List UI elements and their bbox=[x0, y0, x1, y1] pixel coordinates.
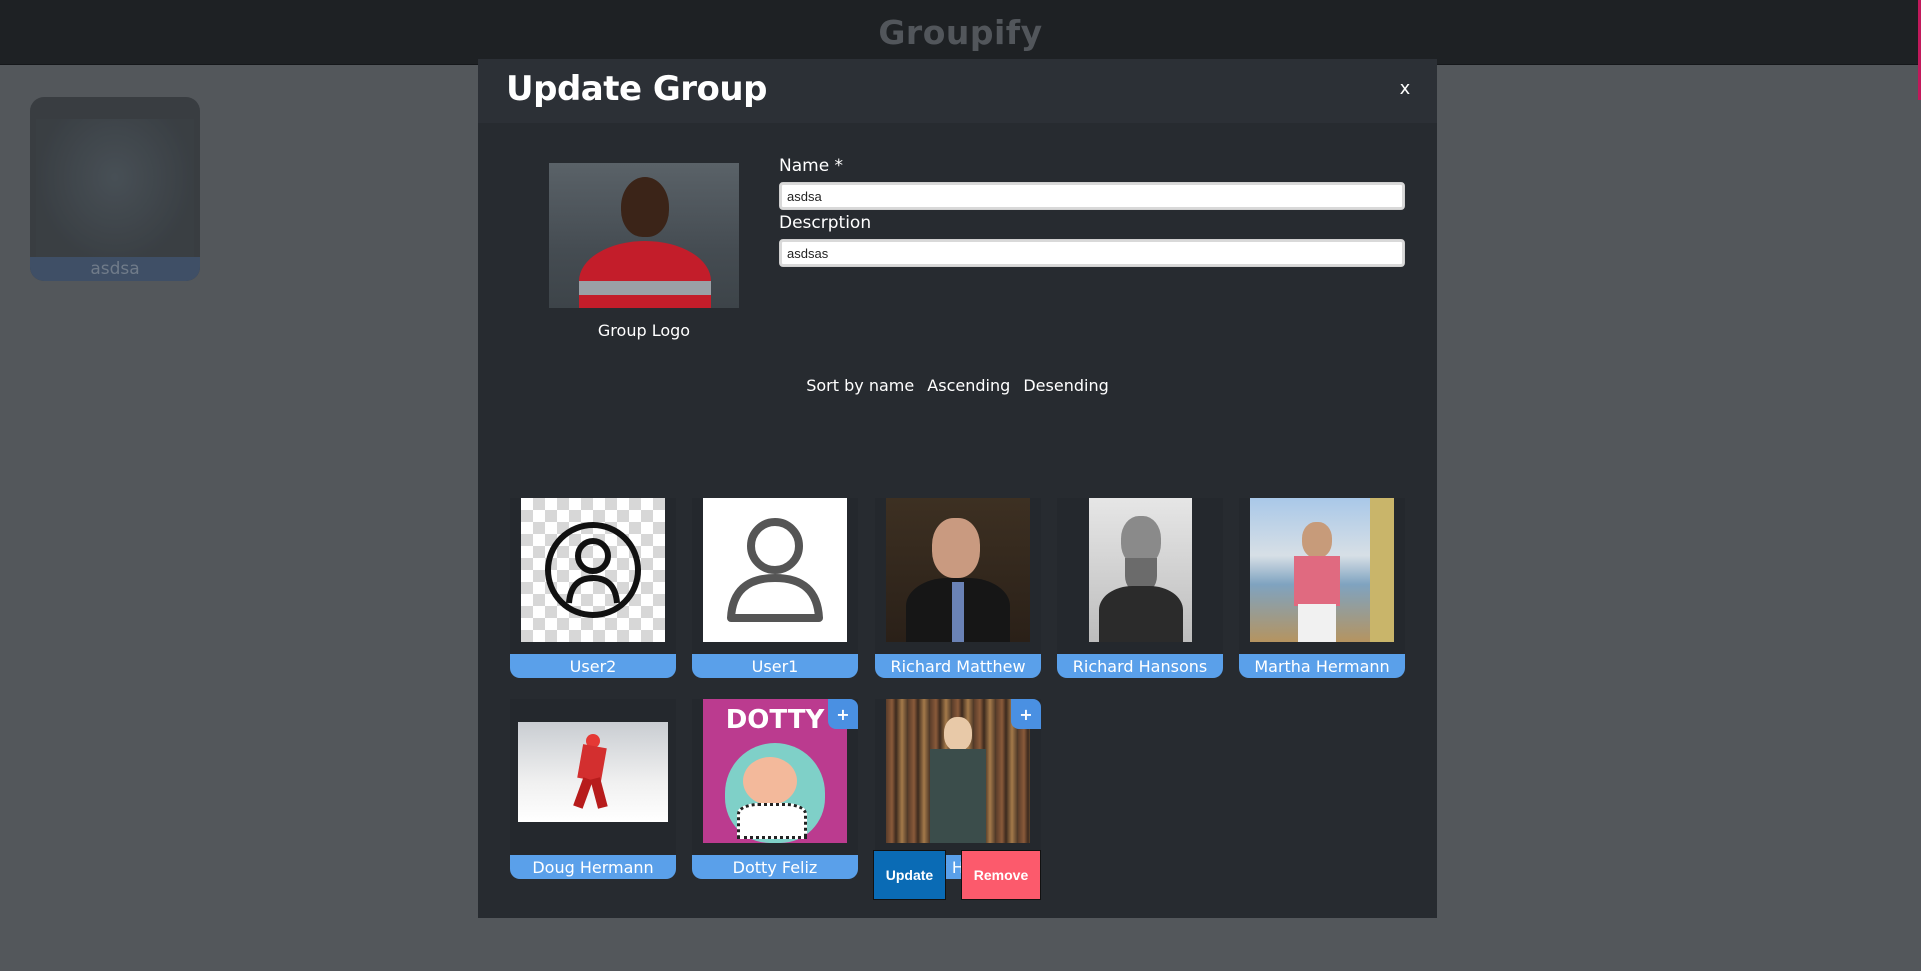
member-avatar bbox=[1089, 498, 1192, 642]
sort-controls: Sort by name Ascending Desending bbox=[478, 376, 1437, 395]
member-card-martha-hermann[interactable]: Martha Hermann bbox=[1239, 498, 1405, 678]
top-navbar: Groupify bbox=[0, 0, 1921, 65]
sort-ascending-button[interactable]: Ascending bbox=[927, 376, 1010, 395]
member-name: Richard Matthew bbox=[875, 654, 1041, 678]
add-member-button[interactable]: + bbox=[1011, 699, 1041, 729]
app-title: Groupify bbox=[878, 12, 1043, 52]
member-card-doug-hermann[interactable]: Doug Hermann bbox=[510, 699, 676, 879]
update-group-modal: Update Group x Group Logo Name * Descrpt… bbox=[478, 59, 1437, 918]
description-label: Descrption bbox=[779, 213, 872, 233]
group-card-name: asdsa bbox=[30, 257, 200, 281]
group-card-image bbox=[36, 119, 194, 265]
member-name: Dotty Feliz bbox=[692, 855, 858, 879]
member-name: User2 bbox=[510, 654, 676, 678]
logo-head bbox=[621, 177, 669, 237]
member-name: Doug Hermann bbox=[510, 855, 676, 879]
group-logo-image[interactable] bbox=[549, 163, 739, 308]
modal-title: Update Group bbox=[506, 69, 767, 109]
member-card-richard-hansons[interactable]: Richard Hansons bbox=[1057, 498, 1223, 678]
member-card-richard-matthew[interactable]: Richard Matthew bbox=[875, 498, 1041, 678]
member-avatar: DOTTY bbox=[703, 699, 847, 843]
group-logo-caption: Group Logo bbox=[597, 321, 691, 340]
dotty-cover-text: DOTTY bbox=[725, 705, 825, 735]
member-avatar bbox=[1250, 498, 1394, 642]
logo-hoodie bbox=[579, 241, 711, 308]
member-card-user2[interactable]: User2 bbox=[510, 498, 676, 678]
member-name: Martha Hermann bbox=[1239, 654, 1405, 678]
modal-header: Update Group x bbox=[478, 59, 1437, 123]
close-button[interactable]: x bbox=[1395, 77, 1415, 101]
member-card-dotty-feliz[interactable]: DOTTY + Dotty Feliz bbox=[692, 699, 858, 879]
member-avatar bbox=[518, 722, 668, 822]
member-avatar bbox=[703, 498, 847, 642]
add-member-button[interactable]: + bbox=[828, 699, 858, 729]
group-card[interactable]: asdsa bbox=[30, 97, 200, 281]
sort-label: Sort by name bbox=[806, 376, 915, 395]
user-circle-icon bbox=[545, 522, 641, 618]
name-label: Name * bbox=[779, 156, 844, 176]
member-avatar bbox=[521, 498, 665, 642]
member-avatar bbox=[886, 498, 1030, 642]
member-name: User1 bbox=[692, 654, 858, 678]
description-input[interactable] bbox=[779, 239, 1405, 267]
sort-descending-button[interactable]: Desending bbox=[1023, 376, 1108, 395]
member-name: Richard Hansons bbox=[1057, 654, 1223, 678]
member-card-user1[interactable]: User1 bbox=[692, 498, 858, 678]
user-icon bbox=[727, 518, 823, 622]
logo-hoodie-stripe bbox=[579, 281, 711, 295]
name-input[interactable] bbox=[779, 182, 1405, 210]
remove-button[interactable]: Remove bbox=[961, 850, 1041, 900]
update-button[interactable]: Update bbox=[873, 850, 946, 900]
member-avatar bbox=[886, 699, 1030, 843]
